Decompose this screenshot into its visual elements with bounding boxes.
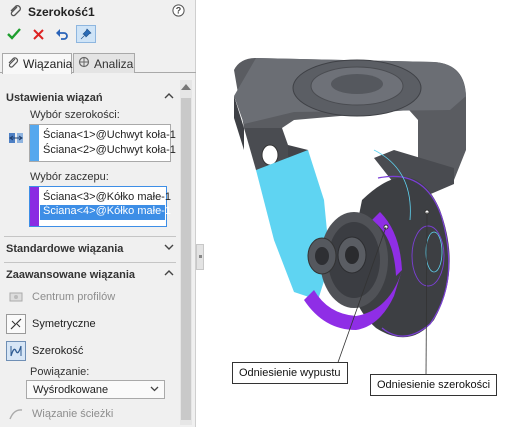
scrollbar-thumb[interactable]: [181, 98, 191, 420]
tab-analysis[interactable]: Analiza: [73, 53, 135, 73]
width-selection-list[interactable]: Ściana<1>@Uchwyt koła-1 Ściana<2>@Uchwyt…: [29, 124, 176, 162]
option-label: Szerokość: [32, 345, 84, 357]
tab-mates[interactable]: Wiązania: [2, 53, 72, 74]
collapse-chevron-icon[interactable]: [164, 268, 174, 281]
link-type-value: Wyśrodkowane: [33, 384, 109, 396]
option-symmetric[interactable]: Symetryczne: [6, 314, 96, 334]
option-profile-center[interactable]: Centrum profilów: [6, 287, 115, 307]
section-divider: [4, 236, 176, 237]
anchor-selection-color-strip: [30, 187, 39, 226]
panel-title: Szerokość1: [28, 5, 95, 19]
section-header-advanced[interactable]: Zaawansowane wiązania: [6, 269, 135, 281]
panel-splitter[interactable]: [196, 244, 204, 270]
width-list-item[interactable]: Ściana<1>@Uchwyt koła-1: [43, 129, 176, 141]
collapse-chevron-icon[interactable]: [164, 91, 174, 104]
action-buttons: [4, 25, 104, 45]
scroll-up-arrow-icon[interactable]: [181, 84, 191, 90]
link-label: Powiązanie:: [30, 366, 90, 378]
help-icon[interactable]: ?: [172, 4, 185, 20]
width-list-item[interactable]: Ściana<2>@Uchwyt koła-1: [43, 144, 176, 156]
path-mate-icon: [6, 404, 26, 424]
svg-text:?: ?: [176, 6, 182, 16]
expand-chevron-icon[interactable]: [164, 242, 174, 255]
option-label: Wiązanie ścieżki: [32, 408, 114, 420]
draft-reference-callout[interactable]: Odniesienie wypustu: [232, 362, 348, 384]
undo-button[interactable]: [52, 25, 72, 43]
panel-scrollbar[interactable]: [180, 80, 192, 425]
anchor-selection-label: Wybór zaczepu:: [30, 171, 109, 183]
analysis-icon: [78, 56, 90, 71]
section-header-settings[interactable]: Ustawienia wiązań: [6, 92, 103, 104]
profile-center-icon: [6, 287, 26, 307]
panel-title-bar: Szerokość1 ?: [0, 0, 196, 22]
tab-analysis-label: Analiza: [94, 56, 134, 71]
section-header-standard[interactable]: Standardowe wiązania: [6, 243, 123, 255]
property-manager-panel: Szerokość1 ? Wiązania Analiza Ustawienia…: [0, 0, 196, 427]
tab-mates-label: Wiązania: [23, 57, 73, 71]
width-selection-icon: [8, 130, 24, 149]
section-divider: [4, 262, 176, 263]
option-path-mate[interactable]: Wiązanie ścieżki: [6, 404, 113, 424]
width-selection-label: Wybór szerokości:: [30, 109, 120, 121]
paperclip-icon: [7, 56, 19, 72]
link-type-select[interactable]: Wyśrodkowane: [26, 380, 165, 399]
panel-tabs: Wiązania Analiza: [0, 53, 196, 74]
option-width[interactable]: Szerokość: [6, 341, 83, 361]
anchor-list-item[interactable]: Ściana<3>@Kółko małe-1: [43, 191, 171, 203]
width-reference-callout[interactable]: Odniesienie szerokości: [370, 374, 498, 396]
option-label: Centrum profilów: [32, 291, 116, 303]
pin-button[interactable]: [76, 25, 96, 43]
chevron-down-icon: [150, 384, 159, 396]
anchor-selection-list[interactable]: Ściana<3>@Kółko małe-1 Ściana<4>@Kółko m…: [29, 186, 171, 227]
symmetric-icon: [6, 314, 26, 334]
anchor-list-item-selected[interactable]: Ściana<4>@Kółko małe-1: [40, 205, 171, 220]
graphics-viewport[interactable]: Odniesienie wypustu Odniesienie szerokoś…: [204, 0, 512, 427]
paperclip-icon: [8, 4, 22, 21]
width-selection-color-strip: [30, 125, 39, 161]
ok-button[interactable]: [4, 25, 24, 43]
splitter-grip-icon: [199, 255, 202, 258]
width-mate-icon: [6, 341, 26, 361]
cancel-button[interactable]: [28, 25, 48, 43]
option-label: Symetryczne: [32, 318, 96, 330]
